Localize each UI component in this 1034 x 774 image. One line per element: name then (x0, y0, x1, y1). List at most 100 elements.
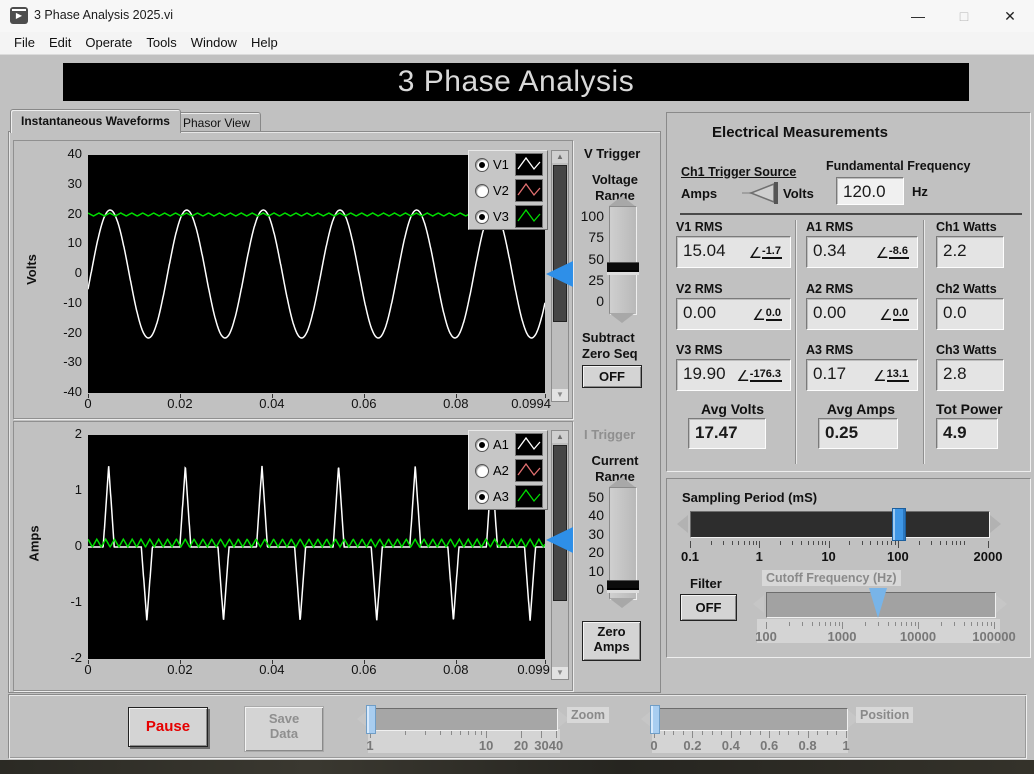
minor-tick (977, 622, 979, 626)
scroll-up-icon[interactable]: ▲ (552, 151, 568, 163)
menu-item-edit[interactable]: Edit (49, 32, 71, 53)
close-button[interactable]: ✕ (987, 0, 1033, 32)
minor-tick (982, 622, 984, 626)
slider-right-arrow[interactable] (990, 514, 1001, 533)
legend-radio-v3[interactable] (475, 210, 489, 224)
slider-scale-label: 10 (588, 562, 604, 579)
minor-tick (963, 541, 965, 545)
trigger-cursor-voltage[interactable] (546, 261, 573, 287)
zero-amps-button[interactable]: Zero Amps (582, 621, 641, 661)
legend-row: V3 (469, 203, 547, 229)
legend-label: A1 (493, 437, 509, 452)
avg-value: 17.47 (695, 423, 738, 442)
angle-icon: ∠ (752, 306, 766, 324)
minor-tick (811, 622, 813, 626)
minor-tick (878, 622, 880, 626)
x-tick: 0 (84, 662, 92, 677)
filter-off-button[interactable]: OFF (680, 594, 737, 621)
meas-value: 2.8 (943, 364, 967, 383)
menu-item-file[interactable]: File (14, 32, 35, 53)
scrollbar-thumb[interactable] (553, 165, 567, 322)
chart-scrollbar[interactable]: ▲ ▼ (551, 430, 569, 680)
scroll-down-icon[interactable]: ▼ (552, 389, 568, 401)
cutoff-frequency-slider-thumb[interactable] (869, 588, 888, 618)
legend-line-sample[interactable] (515, 205, 543, 228)
legend-radio-v1[interactable] (475, 158, 489, 172)
legend-label: V3 (493, 209, 509, 224)
pause-button[interactable]: Pause (128, 707, 208, 747)
avg-value: 0.25 (825, 423, 859, 442)
measurements-col-divider-1 (795, 220, 796, 464)
y-tick: 40 (67, 146, 82, 161)
legend-line-sample[interactable] (515, 433, 543, 456)
x-tick: 0.08 (443, 396, 469, 411)
angle-icon: ∠ (873, 367, 887, 385)
subtract-zero-seq-label-2: Zero Seq (582, 346, 638, 361)
minor-tick (918, 541, 920, 545)
minor-tick (802, 622, 804, 626)
scrollbar-thumb[interactable] (553, 445, 567, 601)
slider-down-arrow[interactable] (609, 598, 635, 608)
legend-line-sample[interactable] (515, 485, 543, 508)
window-title: 3 Phase Analysis 2025.vi (34, 8, 173, 22)
major-tick (918, 622, 919, 629)
slider-left-arrow[interactable] (753, 595, 764, 613)
angle-value: 13.1 (886, 368, 909, 382)
sampling-period-slider-thumb[interactable] (891, 508, 906, 541)
legend-line-sample[interactable] (515, 179, 543, 202)
minor-tick (723, 541, 725, 545)
slider-left-arrow[interactable] (677, 514, 688, 533)
slider-thumb[interactable] (607, 580, 639, 594)
legend-radio-a1[interactable] (475, 438, 489, 452)
minor-tick (906, 622, 908, 626)
menu-item-window[interactable]: Window (191, 32, 237, 53)
scroll-up-icon[interactable]: ▲ (552, 431, 568, 443)
minor-tick (864, 622, 866, 626)
slider-thumb[interactable] (607, 262, 639, 275)
slider-right-arrow[interactable] (996, 595, 1007, 613)
major-tick (766, 622, 767, 629)
trace-a3 (87, 537, 546, 549)
slider-up-arrow[interactable] (609, 477, 635, 487)
legend-row: A3 (469, 483, 547, 509)
menu-item-tools[interactable]: Tools (146, 32, 176, 53)
x-tick: 0.0994 (511, 396, 551, 411)
scroll-down-icon[interactable]: ▼ (552, 667, 568, 679)
legend-line-sample[interactable] (515, 459, 543, 482)
minor-tick (756, 541, 758, 545)
legend-radio-a2[interactable] (475, 464, 489, 478)
banner-title: 3 Phase Analysis (397, 65, 635, 98)
menu-item-operate[interactable]: Operate (85, 32, 132, 53)
menu-item-help[interactable]: Help (251, 32, 278, 53)
minor-tick (743, 541, 745, 545)
voltage-range-label-1: Voltage (592, 172, 638, 187)
slider-track[interactable] (609, 206, 637, 315)
position-slider-label: Position (856, 707, 914, 723)
title-bar: ▶ 3 Phase Analysis 2025.vi — □ ✕ (0, 0, 1034, 32)
minor-tick (910, 622, 912, 626)
save-data-button[interactable]: Save Data (244, 706, 324, 752)
legend-radio-a3[interactable] (475, 490, 489, 504)
minor-tick (738, 541, 740, 545)
maximize-button[interactable]: □ (941, 0, 987, 32)
legend-line-sample[interactable] (515, 153, 543, 176)
minor-tick (894, 541, 896, 545)
slider-tick-label: 10000 (899, 629, 937, 644)
angle-value: -1.7 (762, 245, 782, 259)
slider-tick-label: 100 (755, 629, 777, 644)
trigger-cursor-current[interactable] (546, 527, 573, 554)
meas-value-box: 0.00 ∠0.0 (676, 298, 791, 330)
subtract-zero-seq-off-button[interactable]: OFF (582, 365, 642, 388)
minor-tick (940, 622, 942, 626)
slider-down-arrow[interactable] (609, 313, 635, 323)
slider-up-arrow[interactable] (609, 196, 635, 206)
minor-tick (780, 541, 782, 545)
sampling-period-slider-track[interactable] (690, 511, 990, 538)
tab-phasor-view[interactable]: Phasor View (172, 112, 262, 133)
x-tick: 0.099 (517, 662, 550, 677)
sampling-period-label: Sampling Period (mS) (682, 490, 818, 505)
minimize-button[interactable]: — (895, 0, 941, 32)
legend-radio-v2[interactable] (475, 184, 489, 198)
trigger-source-switch[interactable] (736, 180, 782, 206)
tab-instantaneous-waveforms[interactable]: Instantaneous Waveforms (10, 109, 181, 133)
